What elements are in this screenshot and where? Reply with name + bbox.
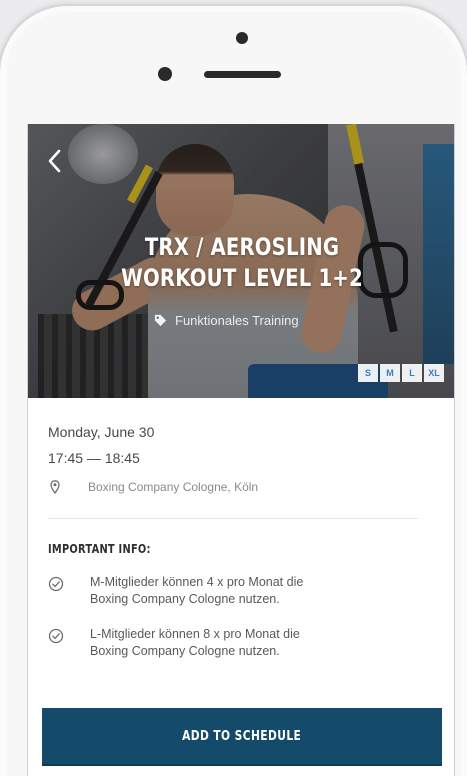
info-item: L-Mitglieder können 8 x pro Monat die Bo… xyxy=(48,626,418,660)
tag-icon xyxy=(154,314,167,326)
size-tag-s: S xyxy=(358,364,378,382)
event-title-line-1: TRX / AEROSLING xyxy=(144,233,340,261)
add-to-schedule-button[interactable]: ADD TO SCHEDULE xyxy=(42,708,442,764)
event-title: TRX / AEROSLING WORKOUT LEVEL 1+2 xyxy=(67,232,418,294)
event-title-line-2: WORKOUT LEVEL 1+2 xyxy=(121,264,363,292)
back-button[interactable] xyxy=(40,148,68,180)
size-tag-m: M xyxy=(380,364,400,382)
important-info-heading: IMPORTANT INFO: xyxy=(48,542,151,556)
event-date: Monday, June 30 xyxy=(48,424,155,440)
location-pin-icon xyxy=(50,480,60,494)
size-tag-xl: XL xyxy=(424,364,444,382)
event-category-label: Funktionales Training xyxy=(175,312,299,328)
check-circle-icon xyxy=(48,628,64,644)
front-camera xyxy=(236,32,248,44)
event-time: 17:45 — 18:45 xyxy=(48,450,140,466)
event-location: Boxing Company Cologne, Köln xyxy=(48,478,438,496)
section-divider xyxy=(48,518,418,519)
proximity-sensor xyxy=(158,67,172,81)
info-item-text: M-Mitglieder können 4 x pro Monat die Bo… xyxy=(90,575,304,606)
event-category: Funktionales Training xyxy=(154,310,299,330)
hero-image: TRX / AEROSLING WORKOUT LEVEL 1+2 Funkti… xyxy=(28,124,454,398)
check-circle-icon xyxy=(48,576,64,592)
chevron-left-icon xyxy=(48,149,61,173)
add-to-schedule-label: ADD TO SCHEDULE xyxy=(182,728,302,744)
size-tags: S M L XL xyxy=(358,364,444,382)
event-details: Monday, June 30 17:45 — 18:45 Boxing Com… xyxy=(48,422,438,496)
event-location-text: Boxing Company Cologne, Köln xyxy=(88,480,259,494)
earpiece-speaker xyxy=(204,71,281,78)
size-tag-l: L xyxy=(402,364,422,382)
info-item: M-Mitglieder können 4 x pro Monat die Bo… xyxy=(48,574,418,608)
info-item-text: L-Mitglieder können 8 x pro Monat die Bo… xyxy=(90,627,300,658)
app-screen: TRX / AEROSLING WORKOUT LEVEL 1+2 Funkti… xyxy=(27,124,455,776)
